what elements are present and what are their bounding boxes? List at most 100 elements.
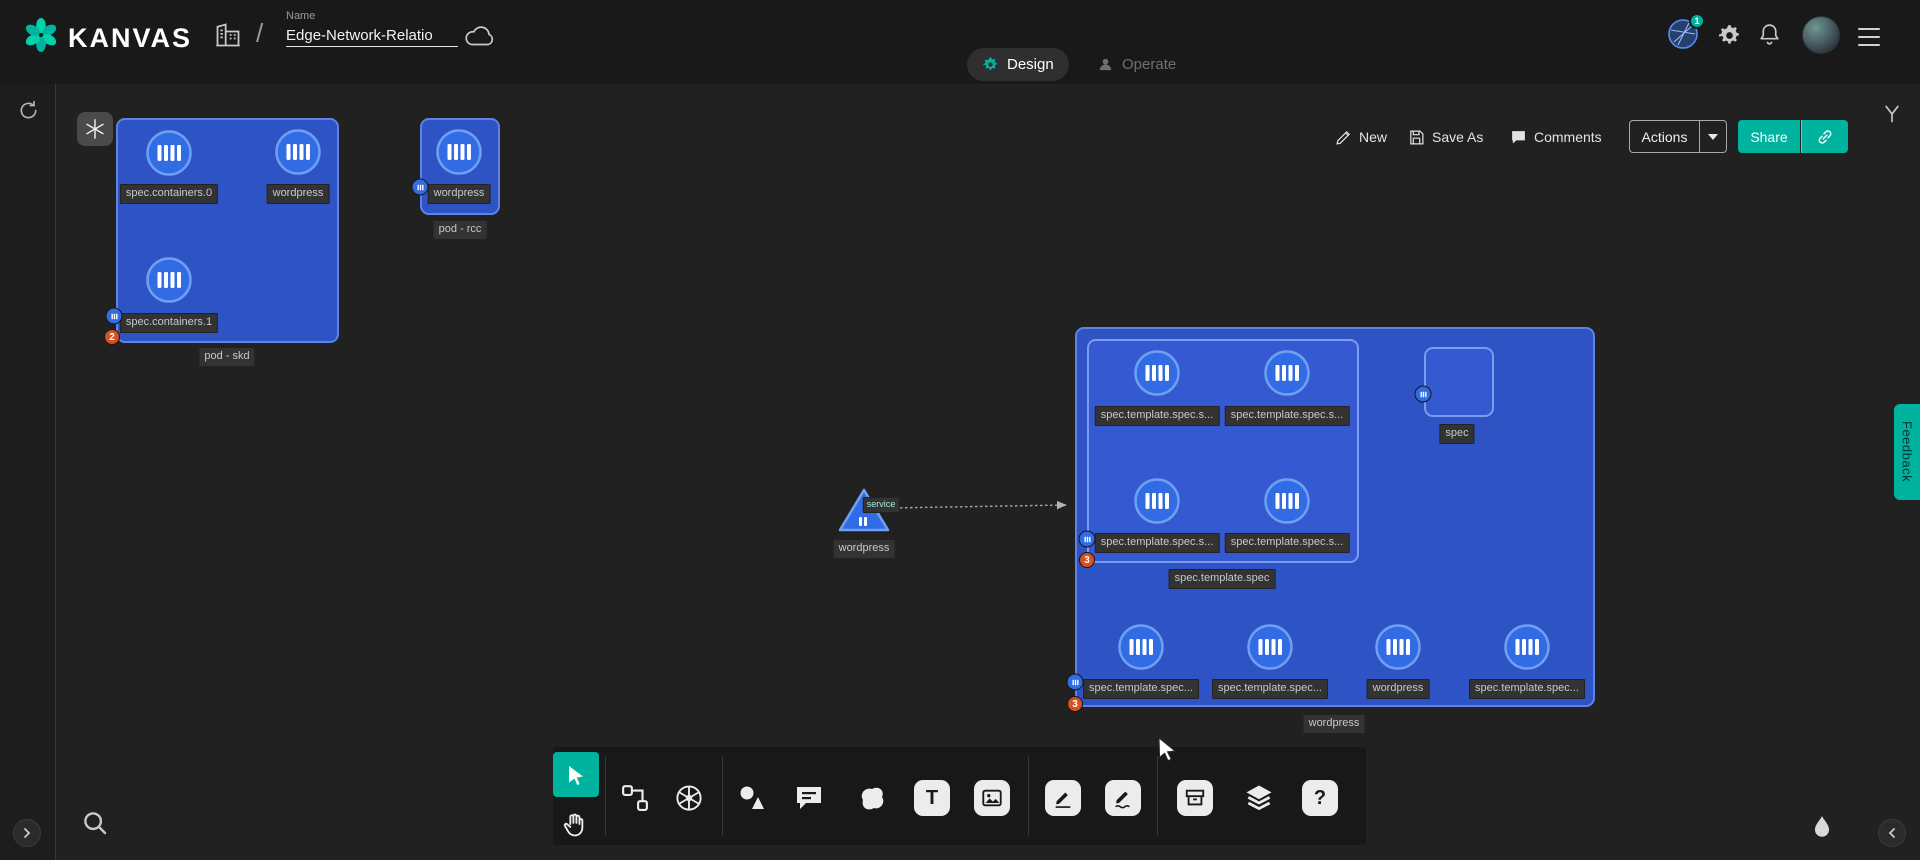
menu-hamburger-icon[interactable]: [1858, 25, 1880, 49]
container-node-label: spec.template.spec...: [1469, 679, 1585, 699]
pen-tool[interactable]: [1043, 778, 1083, 818]
link-icon: [1816, 128, 1834, 146]
tab-design[interactable]: Design: [967, 48, 1069, 81]
container-node[interactable]: [1374, 623, 1422, 671]
container-node-label: spec.template.spec...: [1083, 679, 1199, 699]
settings-gear-icon[interactable]: [1717, 23, 1742, 48]
left-sidebar-strip: [0, 84, 56, 860]
copy-link-button[interactable]: [1801, 120, 1848, 153]
group-connection-badge[interactable]: [106, 308, 123, 325]
kanvas-logo-icon[interactable]: [20, 14, 62, 56]
media-tool[interactable]: [972, 778, 1012, 818]
doodle-tool[interactable]: [852, 778, 892, 818]
relationship-icon: [620, 783, 650, 813]
collapse-right-panel-button[interactable]: [1878, 819, 1906, 847]
container-node[interactable]: [1133, 477, 1181, 525]
actions-button[interactable]: Actions: [1629, 120, 1727, 153]
save-icon: [1408, 129, 1425, 146]
notifications-bell-icon[interactable]: [1757, 22, 1782, 47]
container-node-label: spec.template.spec.s...: [1225, 406, 1350, 426]
snowflake-icon: [84, 118, 106, 140]
container-node[interactable]: [1117, 623, 1165, 671]
service-node-label: wordpress: [833, 539, 896, 559]
workspace-icon[interactable]: [214, 20, 242, 50]
drawer-icon: [1184, 787, 1206, 809]
ink-drop-button[interactable]: [1809, 813, 1835, 841]
group-connection-badge[interactable]: [1079, 531, 1096, 548]
container-node-label: spec.containers.1: [120, 313, 218, 333]
container-node[interactable]: [145, 256, 193, 304]
kubernetes-components-tool[interactable]: [669, 778, 709, 818]
breadcrumb-separator: /: [256, 18, 263, 49]
comment-bubble-icon: [793, 782, 825, 814]
image-icon: [981, 787, 1003, 809]
container-node-label: wordpress: [267, 184, 330, 204]
save-as-button-label: Save As: [1432, 129, 1483, 145]
layers-icon: [1244, 783, 1274, 813]
notification-count-badge: 1: [1689, 13, 1705, 29]
comment-tool[interactable]: [789, 778, 829, 818]
feedback-tab[interactable]: Feedback: [1894, 404, 1920, 500]
app-header: KANVAS / Name Design Operate: [0, 0, 1920, 84]
comments-button[interactable]: Comments: [1510, 122, 1602, 152]
chevron-left-icon: [1886, 827, 1898, 839]
container-node[interactable]: [1133, 349, 1181, 397]
right-panel-handle-icon[interactable]: [1882, 103, 1902, 125]
group-spec-template-spec[interactable]: [1087, 339, 1359, 563]
dock-divider: [605, 756, 606, 836]
relationship-tool[interactable]: [615, 778, 655, 818]
help-tool-glyph: ?: [1302, 780, 1338, 816]
drawer-tool[interactable]: [1175, 778, 1215, 818]
group-error-badge[interactable]: 2: [104, 329, 120, 345]
pencil-annotate-tool[interactable]: [1103, 778, 1143, 818]
actions-divider: [1699, 121, 1700, 152]
group-spec-label: spec: [1439, 424, 1474, 444]
history-sync-icon[interactable]: [17, 99, 40, 122]
shapes-tool[interactable]: [732, 778, 772, 818]
select-tool[interactable]: [553, 752, 599, 797]
container-node[interactable]: [1246, 623, 1294, 671]
group-error-badge[interactable]: 3: [1067, 696, 1083, 712]
group-spec[interactable]: [1424, 347, 1494, 417]
container-node[interactable]: [1263, 349, 1311, 397]
zoom-search-button[interactable]: [80, 808, 110, 838]
user-avatar[interactable]: [1802, 16, 1840, 54]
group-error-badge[interactable]: 3: [1079, 552, 1095, 568]
container-node-label: wordpress: [428, 184, 491, 204]
group-deployment-label: wordpress: [1303, 714, 1366, 734]
freeze-layout-button[interactable]: [77, 112, 113, 146]
share-button-label: Share: [1750, 129, 1787, 145]
container-node[interactable]: [1263, 477, 1311, 525]
comment-icon: [1510, 129, 1527, 146]
comments-button-label: Comments: [1534, 129, 1602, 145]
actions-button-label: Actions: [1630, 129, 1699, 145]
container-node[interactable]: [274, 128, 322, 176]
kanvas-app: KANVAS / Name Design Operate: [0, 0, 1920, 860]
share-button[interactable]: Share: [1738, 120, 1800, 153]
shapes-icon: [737, 783, 767, 813]
network-edge[interactable]: [884, 494, 1076, 518]
tab-design-label: Design: [1007, 56, 1054, 73]
container-node[interactable]: [435, 128, 483, 176]
hand-icon: [561, 810, 589, 838]
pan-tool[interactable]: [555, 804, 595, 844]
save-as-button[interactable]: Save As: [1408, 122, 1483, 152]
layers-tool[interactable]: [1239, 778, 1279, 818]
container-node[interactable]: [1503, 623, 1551, 671]
group-connection-badge[interactable]: [412, 179, 429, 196]
new-button[interactable]: New: [1335, 122, 1387, 152]
design-name-input[interactable]: [286, 25, 458, 47]
expand-left-panel-button[interactable]: [13, 819, 41, 847]
container-node-label: spec.template.spec.s...: [1095, 406, 1220, 426]
container-node-label: spec.containers.0: [120, 184, 218, 204]
droplet-icon: [1809, 813, 1835, 841]
container-node[interactable]: [145, 129, 193, 177]
group-connection-badge[interactable]: [1415, 386, 1432, 403]
actions-caret-icon[interactable]: [1708, 134, 1718, 140]
text-tool[interactable]: T: [912, 778, 952, 818]
group-connection-badge[interactable]: [1067, 674, 1084, 691]
dock-divider: [722, 756, 723, 836]
tab-operate[interactable]: Operate: [1082, 48, 1191, 81]
help-tool[interactable]: ?: [1300, 778, 1340, 818]
cursor-icon: [564, 763, 588, 787]
